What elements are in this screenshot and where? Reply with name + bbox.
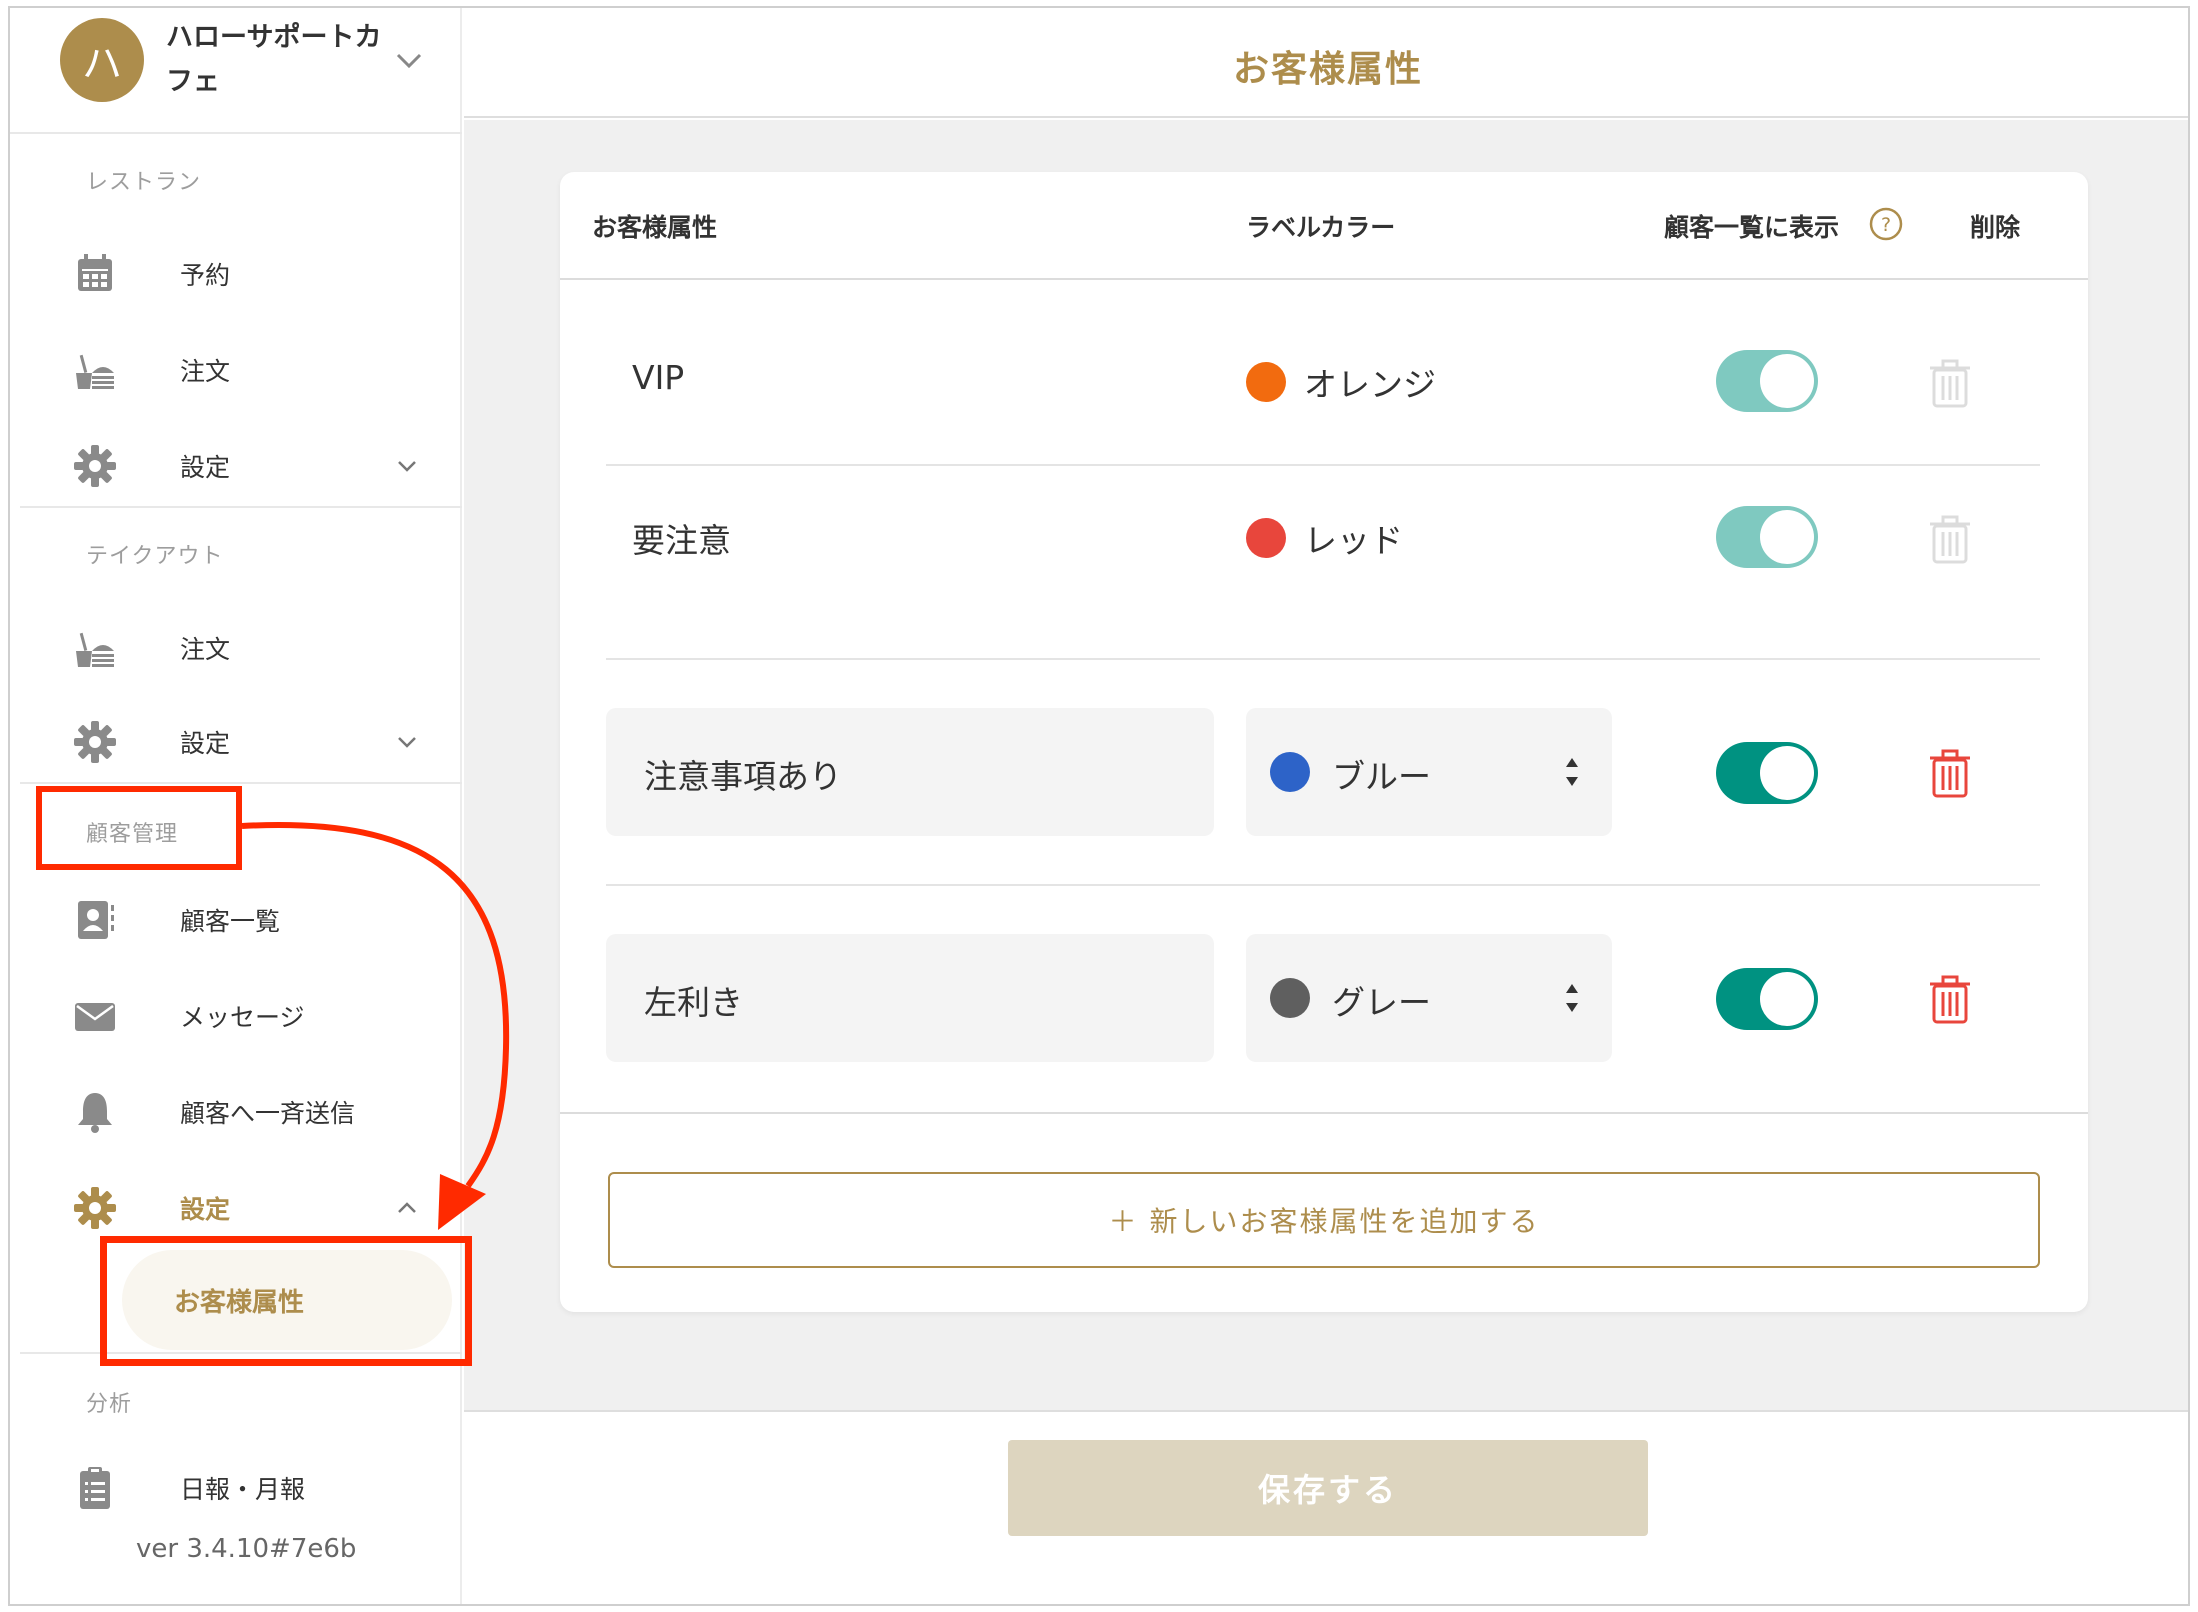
attributes-card: お客様属性 ラベルカラー 顧客一覧に表示 ? 削除 VIP オレンジ 要注意 レ… bbox=[560, 172, 2088, 1312]
attribute-name: 要注意 bbox=[632, 521, 731, 560]
sidebar-item-takeout-settings[interactable]: 設定 bbox=[70, 714, 440, 770]
attribute-name: 左利き bbox=[644, 983, 743, 1022]
column-header-attribute: お客様属性 bbox=[592, 213, 718, 242]
select-arrows-icon bbox=[1566, 984, 1578, 1012]
gear-icon bbox=[74, 1187, 116, 1229]
chevron-down-icon[interactable] bbox=[392, 451, 422, 481]
add-attribute-button[interactable]: ＋ 新しいお客様属性を追加する bbox=[608, 1172, 2040, 1268]
sidebar-item-messages[interactable]: メッセージ bbox=[70, 988, 440, 1044]
table-row: 要注意 レッド bbox=[606, 466, 2040, 602]
sidebar-item-reservations[interactable]: 予約 bbox=[70, 246, 440, 302]
highlight-box-customer-management bbox=[36, 786, 242, 870]
sidebar-item-restaurant-orders[interactable]: 注文 bbox=[70, 342, 440, 398]
trash-icon[interactable] bbox=[1928, 974, 1972, 1024]
show-in-list-toggle[interactable] bbox=[1716, 968, 1818, 1030]
svg-text:?: ? bbox=[1881, 214, 1891, 236]
sidebar-item-label: 顧客へ一斉送信 bbox=[180, 1099, 356, 1128]
color-swatch bbox=[1246, 362, 1286, 402]
app-frame: ハ ハローサポートカフェ レストラン 予約 注文 設定 テイクアウト 注文 設定… bbox=[8, 6, 2190, 1606]
avatar: ハ bbox=[60, 18, 144, 102]
page-header: お客様属性 bbox=[464, 8, 2188, 118]
bell-icon bbox=[78, 1093, 112, 1133]
sidebar-item-label: メッセージ bbox=[180, 1003, 305, 1032]
color-name: ブルー bbox=[1332, 757, 1431, 796]
help-icon[interactable]: ? bbox=[1868, 206, 1904, 242]
attribute-name-input[interactable]: 左利き bbox=[606, 934, 1214, 1062]
toggle-knob bbox=[1760, 354, 1814, 408]
sidebar-item-broadcast[interactable]: 顧客へ一斉送信 bbox=[70, 1084, 440, 1140]
color-swatch bbox=[1270, 978, 1310, 1018]
sidebar-item-label: 注文 bbox=[180, 357, 231, 386]
divider bbox=[20, 782, 462, 784]
sidebar-item-takeout-orders[interactable]: 注文 bbox=[70, 620, 440, 676]
color-name: グレー bbox=[1332, 983, 1431, 1022]
table-row: 注意事項あり ブルー bbox=[606, 660, 2040, 884]
calendar-icon bbox=[78, 254, 112, 291]
show-in-list-toggle[interactable] bbox=[1716, 506, 1818, 568]
toggle-knob bbox=[1760, 972, 1814, 1026]
sidebar-item-label: 設定 bbox=[180, 729, 231, 758]
column-header-color: ラベルカラー bbox=[1246, 213, 1396, 242]
envelope-icon bbox=[75, 1003, 115, 1031]
brand-header[interactable]: ハ ハローサポートカフェ bbox=[10, 8, 462, 134]
sidebar-item-label: 予約 bbox=[180, 261, 231, 290]
page-title: お客様属性 bbox=[1232, 49, 1423, 90]
contact-card-icon bbox=[78, 901, 114, 939]
gear-icon bbox=[74, 721, 116, 763]
toggle-knob bbox=[1760, 510, 1814, 564]
chevron-down-icon[interactable] bbox=[392, 44, 426, 78]
trash-icon bbox=[1930, 515, 1970, 564]
sidebar-item-customer-settings[interactable]: 設定 bbox=[70, 1180, 440, 1236]
sidebar-item-label: 顧客一覧 bbox=[180, 907, 281, 936]
sidebar-item-label: 注文 bbox=[180, 635, 231, 664]
highlight-box-customer-attributes bbox=[100, 1236, 472, 1366]
table-row: VIP オレンジ bbox=[606, 296, 2040, 464]
show-in-list-toggle[interactable] bbox=[1716, 742, 1818, 804]
color-name: レッド bbox=[1304, 521, 1403, 560]
sidebar-item-customer-list[interactable]: 顧客一覧 bbox=[70, 892, 440, 948]
table-row: 左利き グレー bbox=[606, 886, 2040, 1110]
column-header-delete: 削除 bbox=[1970, 213, 2021, 242]
attribute-name: VIP bbox=[632, 358, 685, 397]
color-select[interactable]: ブルー bbox=[1246, 708, 1612, 836]
attribute-name: 注意事項あり bbox=[644, 757, 842, 796]
table-header: お客様属性 ラベルカラー 顧客一覧に表示 ? 削除 bbox=[560, 172, 2088, 280]
sidebar-item-label: 設定 bbox=[180, 1195, 231, 1224]
food-icon bbox=[76, 632, 114, 667]
chevron-down-icon[interactable] bbox=[392, 727, 422, 757]
select-arrows-icon bbox=[1566, 758, 1578, 786]
section-title-takeout: テイクアウト bbox=[86, 544, 224, 569]
show-in-list-toggle[interactable] bbox=[1716, 350, 1818, 412]
color-swatch bbox=[1246, 518, 1286, 558]
food-icon bbox=[76, 354, 114, 389]
save-button[interactable]: 保存する bbox=[1008, 1440, 1648, 1536]
trash-icon[interactable] bbox=[1928, 748, 1972, 798]
sidebar-item-label: 日報・月報 bbox=[180, 1475, 306, 1504]
divider bbox=[20, 506, 462, 508]
trash-icon bbox=[1930, 359, 1970, 408]
clipboard-icon bbox=[80, 1467, 110, 1509]
version-label: ver 3.4.10#7e6b bbox=[136, 1534, 357, 1564]
sidebar-item-label: 設定 bbox=[180, 453, 231, 482]
color-swatch bbox=[1270, 752, 1310, 792]
sidebar-item-restaurant-settings[interactable]: 設定 bbox=[70, 438, 440, 494]
add-attribute-label: ＋ 新しいお客様属性を追加する bbox=[1108, 1205, 1540, 1238]
content-area: お客様属性 ラベルカラー 顧客一覧に表示 ? 削除 VIP オレンジ 要注意 レ… bbox=[464, 120, 2188, 1412]
chevron-up-icon[interactable] bbox=[392, 1193, 422, 1223]
store-name: ハローサポートカフェ bbox=[166, 22, 382, 97]
card-divider bbox=[560, 1112, 2088, 1114]
section-title-restaurant: レストラン bbox=[86, 170, 202, 195]
attribute-name-input[interactable]: 注意事項あり bbox=[606, 708, 1214, 836]
color-name: オレンジ bbox=[1304, 365, 1436, 404]
main-panel: お客様属性 お客様属性 ラベルカラー 顧客一覧に表示 ? 削除 VIP オレンジ… bbox=[464, 8, 2188, 1604]
save-button-label: 保存する bbox=[1257, 1471, 1398, 1509]
gear-icon bbox=[74, 445, 116, 487]
column-header-show-in-list: 顧客一覧に表示 bbox=[1664, 213, 1840, 242]
color-select[interactable]: グレー bbox=[1246, 934, 1612, 1062]
sidebar-item-reports[interactable]: 日報・月報 bbox=[70, 1460, 440, 1516]
toggle-knob bbox=[1760, 746, 1814, 800]
section-title-analysis: 分析 bbox=[86, 1392, 133, 1417]
